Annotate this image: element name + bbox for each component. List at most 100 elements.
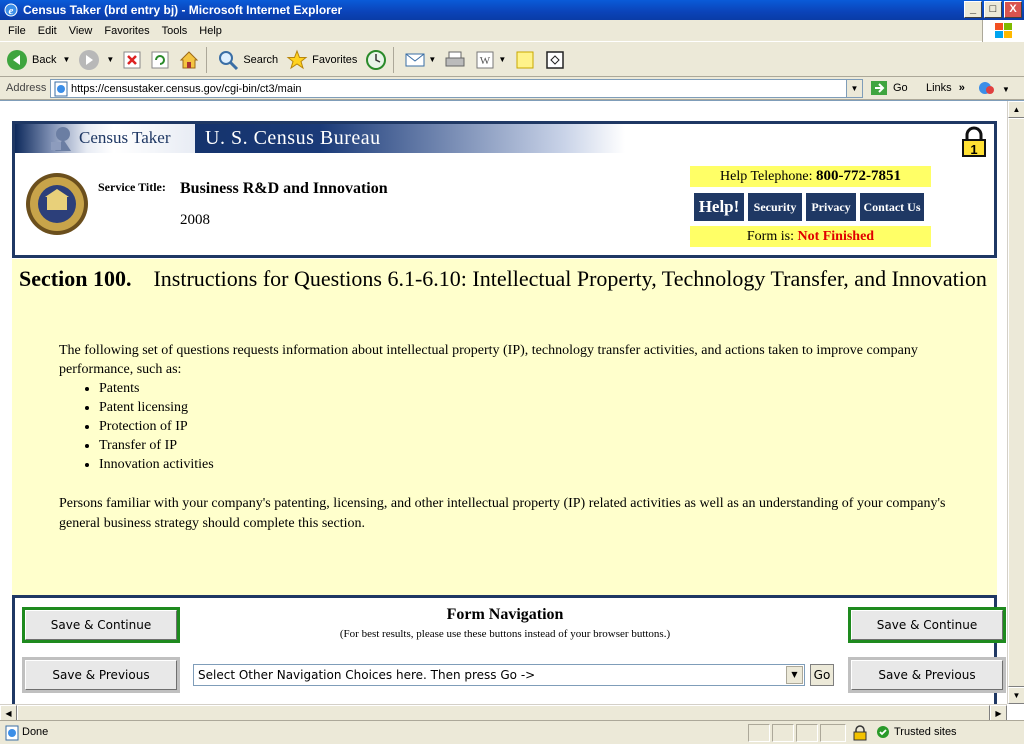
address-go-label: Go xyxy=(893,82,908,94)
menu-file[interactable]: File xyxy=(0,25,32,37)
links-chevron-icon[interactable]: » xyxy=(959,82,965,94)
list-item: Innovation activities xyxy=(99,455,214,474)
save-previous-button-right[interactable]: Save & Previous xyxy=(851,660,1003,690)
edit-button[interactable]: W ▼ xyxy=(472,46,508,74)
section-title: Instructions for Questions 6.1-6.10: Int… xyxy=(153,266,987,291)
print-button[interactable] xyxy=(442,46,468,74)
address-dropdown-icon[interactable]: ▼ xyxy=(846,80,862,97)
privacy-link[interactable]: Privacy xyxy=(805,192,857,222)
menu-edit[interactable]: Edit xyxy=(32,25,63,37)
forward-arrow-icon xyxy=(79,49,100,70)
save-continue-button-right[interactable]: Save & Continue xyxy=(851,610,1003,640)
form-status-label: Form is: xyxy=(746,229,794,244)
maximize-button[interactable]: □ xyxy=(984,1,1002,18)
browser-viewport: Census Taker U. S. Census Bureau 1 Servi… xyxy=(0,100,1024,722)
security-link[interactable]: Security xyxy=(747,192,803,222)
service-title: Business R&D and Innovation xyxy=(180,180,388,197)
menu-favorites[interactable]: Favorites xyxy=(98,25,155,37)
security-zone-label: Trusted sites xyxy=(894,726,957,738)
favorites-star-icon xyxy=(286,49,308,69)
form-navigation-panel: Save & Continue Save & Previous Form Nav… xyxy=(12,595,1003,707)
toolbar-separator xyxy=(393,46,395,73)
refresh-icon xyxy=(151,51,169,68)
horizontal-scrollbar[interactable]: ◀ ▶ xyxy=(0,704,1007,722)
windows-logo xyxy=(982,20,1024,42)
address-label: Address xyxy=(6,82,47,94)
mail-dropdown-icon[interactable]: ▼ xyxy=(428,55,436,64)
stop-button[interactable] xyxy=(120,46,144,74)
menu-help[interactable]: Help xyxy=(193,25,228,37)
save-continue-button-left[interactable]: Save & Continue xyxy=(25,610,177,640)
mail-button[interactable]: ▼ xyxy=(402,46,438,74)
minimize-button[interactable]: _ xyxy=(964,1,982,18)
home-icon xyxy=(180,50,199,68)
menu-view[interactable]: View xyxy=(63,25,99,37)
links-extra-icon[interactable]: ▼ xyxy=(978,82,1010,94)
status-panel xyxy=(772,724,794,742)
windows-flag-icon xyxy=(995,23,1012,38)
section-heading: Section 100. Instructions for Questions 6… xyxy=(19,265,989,292)
navigation-go-button[interactable]: Go xyxy=(810,664,834,686)
header-panel: Census Taker U. S. Census Bureau 1 Servi… xyxy=(12,121,997,258)
favorites-label: Favorites xyxy=(312,53,358,66)
contact-us-link[interactable]: Contact Us xyxy=(859,192,925,222)
links-toolbar[interactable]: Links » ▼ xyxy=(926,81,1010,95)
address-go-button[interactable]: Go xyxy=(870,80,908,96)
census-taker-page: Census Taker U. S. Census Bureau 1 Servi… xyxy=(0,101,1007,707)
refresh-button[interactable] xyxy=(148,46,172,74)
trusted-check-icon xyxy=(877,726,889,738)
edit-dropdown-icon[interactable]: ▼ xyxy=(498,55,506,64)
forward-dropdown-icon[interactable]: ▼ xyxy=(106,55,114,64)
history-button[interactable] xyxy=(363,46,389,74)
close-button[interactable]: X xyxy=(1004,1,1022,18)
status-panel xyxy=(796,724,818,742)
save-previous-button-left[interactable]: Save & Previous xyxy=(25,660,177,690)
address-input[interactable]: https://censustaker.census.gov/cgi-bin/c… xyxy=(50,79,863,98)
respondent-guidance: Persons familiar with your company's pat… xyxy=(59,496,946,531)
toolbar-separator xyxy=(206,46,208,73)
select-dropdown-icon[interactable]: ▼ xyxy=(786,666,803,684)
help-button[interactable]: Help! xyxy=(693,192,745,222)
svg-text:W: W xyxy=(480,55,491,67)
window-title: Census Taker (brd entry bj) - Microsoft … xyxy=(23,3,343,17)
svg-text:1: 1 xyxy=(970,142,977,157)
vertical-scroll-thumb[interactable] xyxy=(1008,118,1024,687)
security-zone: Trusted sites xyxy=(876,725,957,739)
forward-button[interactable]: ▼ xyxy=(76,46,116,74)
navigation-select-value: Select Other Navigation Choices here. Th… xyxy=(198,668,536,682)
word-edit-icon: W xyxy=(476,51,494,68)
favorites-button[interactable]: Favorites xyxy=(284,46,359,74)
form-status: Form is: Not Finished xyxy=(690,226,931,247)
svg-text:▼: ▼ xyxy=(1002,85,1008,94)
vertical-scrollbar[interactable]: ▲ ▼ xyxy=(1007,101,1024,704)
history-icon xyxy=(366,49,387,70)
help-telephone-number: 800-772-7851 xyxy=(815,168,901,184)
mail-icon xyxy=(405,53,425,66)
messenger-button[interactable] xyxy=(542,46,568,74)
agency-name: U. S. Census Bureau xyxy=(205,127,381,149)
status-bar: Done Trusted sites xyxy=(0,720,1024,744)
app-name: Census Taker xyxy=(79,128,171,147)
department-seal-icon xyxy=(26,173,88,235)
address-url: https://censustaker.census.gov/cgi-bin/c… xyxy=(71,82,302,95)
list-item: Transfer of IP xyxy=(99,436,214,455)
home-button[interactable] xyxy=(176,46,202,74)
navigation-choices-select[interactable]: Select Other Navigation Choices here. Th… xyxy=(193,664,805,686)
back-dropdown-icon[interactable]: ▼ xyxy=(62,55,70,64)
notes-button[interactable] xyxy=(512,46,538,74)
back-arrow-icon xyxy=(7,49,27,70)
back-button[interactable]: Back ▼ xyxy=(4,46,72,74)
form-navigation-subtitle: (For best results, please use these butt… xyxy=(339,628,671,640)
service-title-label: Service Title: xyxy=(98,180,166,194)
help-links: Help! Security Privacy Contact Us xyxy=(693,192,925,222)
scroll-down-icon[interactable]: ▼ xyxy=(1008,687,1024,704)
links-label: Links xyxy=(926,81,952,94)
menu-bar: File Edit View Favorites Tools Help xyxy=(0,20,1024,42)
address-bar: Address https://censustaker.census.gov/c… xyxy=(0,77,1024,100)
menu-tools[interactable]: Tools xyxy=(156,25,194,37)
print-icon xyxy=(445,51,465,66)
search-button[interactable]: Search xyxy=(215,46,280,74)
help-telephone-label: Help Telephone: xyxy=(720,169,813,184)
go-arrow-icon xyxy=(871,81,887,95)
scroll-up-icon[interactable]: ▲ xyxy=(1008,101,1024,118)
